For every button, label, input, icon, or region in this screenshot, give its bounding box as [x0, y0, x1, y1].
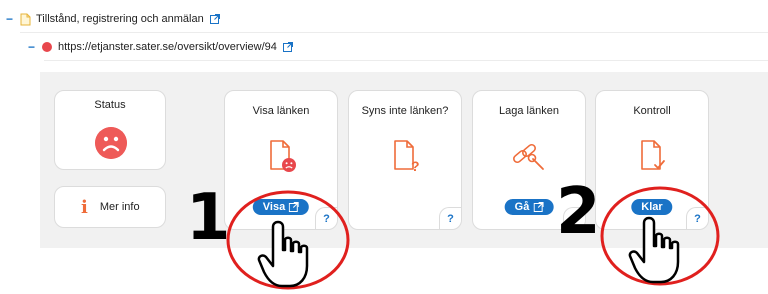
tile-title: Kontroll: [633, 105, 671, 117]
tile-show-link: Visa länken Visa ?: [224, 90, 338, 230]
svg-text:?: ?: [411, 158, 420, 173]
collapse-toggle[interactable]: −: [6, 12, 20, 26]
external-link-icon[interactable]: [282, 42, 293, 52]
go-button-label: Gå: [514, 201, 530, 213]
external-link-icon: [289, 202, 300, 212]
tile-title: Syns inte länken?: [361, 105, 449, 117]
go-button[interactable]: Gå: [504, 199, 554, 215]
tile-check: Kontroll Klar ?: [595, 90, 709, 230]
external-link-icon[interactable]: [209, 14, 220, 24]
tree-row-label[interactable]: Tillstånd, registrering och anmälan: [36, 13, 204, 25]
help-button[interactable]: ?: [686, 207, 708, 229]
sad-face-icon: [95, 127, 127, 159]
divider: [44, 60, 768, 61]
document-question-icon: ?: [394, 140, 420, 173]
step-number-1: 1: [186, 181, 231, 255]
broken-link-wrench-icon: [513, 143, 544, 170]
more-info-label: Mer info: [99, 201, 140, 213]
done-button[interactable]: Klar: [631, 199, 673, 215]
link-check-panel: Status i Mer info Visa länken Visa ? Syn…: [40, 72, 768, 248]
status-card: Status: [54, 90, 166, 170]
show-link-button[interactable]: Visa: [252, 199, 310, 215]
info-icon: i: [81, 196, 88, 218]
step-number-2: 2: [556, 175, 601, 249]
tile-title: Laga länken: [499, 105, 559, 117]
collapse-toggle[interactable]: −: [28, 40, 42, 54]
tile-title: Visa länken: [252, 105, 310, 117]
done-button-label: Klar: [641, 201, 663, 213]
divider: [20, 32, 768, 33]
tile-link-not-visible: Syns inte länken? ? ?: [348, 90, 462, 230]
error-status-dot: [42, 42, 52, 52]
external-link-icon: [533, 202, 544, 212]
status-label: Status: [94, 99, 126, 111]
document-sad-icon: [270, 140, 296, 172]
tree-row-permits[interactable]: − Tillstånd, registrering och anmälan: [6, 8, 220, 30]
tree-row-url[interactable]: − https://etjanster.sater.se/oversikt/ov…: [28, 36, 293, 58]
link-url[interactable]: https://etjanster.sater.se/oversikt/over…: [58, 41, 277, 53]
document-folder-icon: [20, 13, 31, 25]
show-button-label: Visa: [262, 201, 286, 213]
help-button[interactable]: ?: [439, 207, 461, 229]
document-check-icon: [641, 140, 665, 170]
help-button[interactable]: ?: [315, 207, 337, 229]
more-info-button[interactable]: i Mer info: [54, 186, 166, 228]
